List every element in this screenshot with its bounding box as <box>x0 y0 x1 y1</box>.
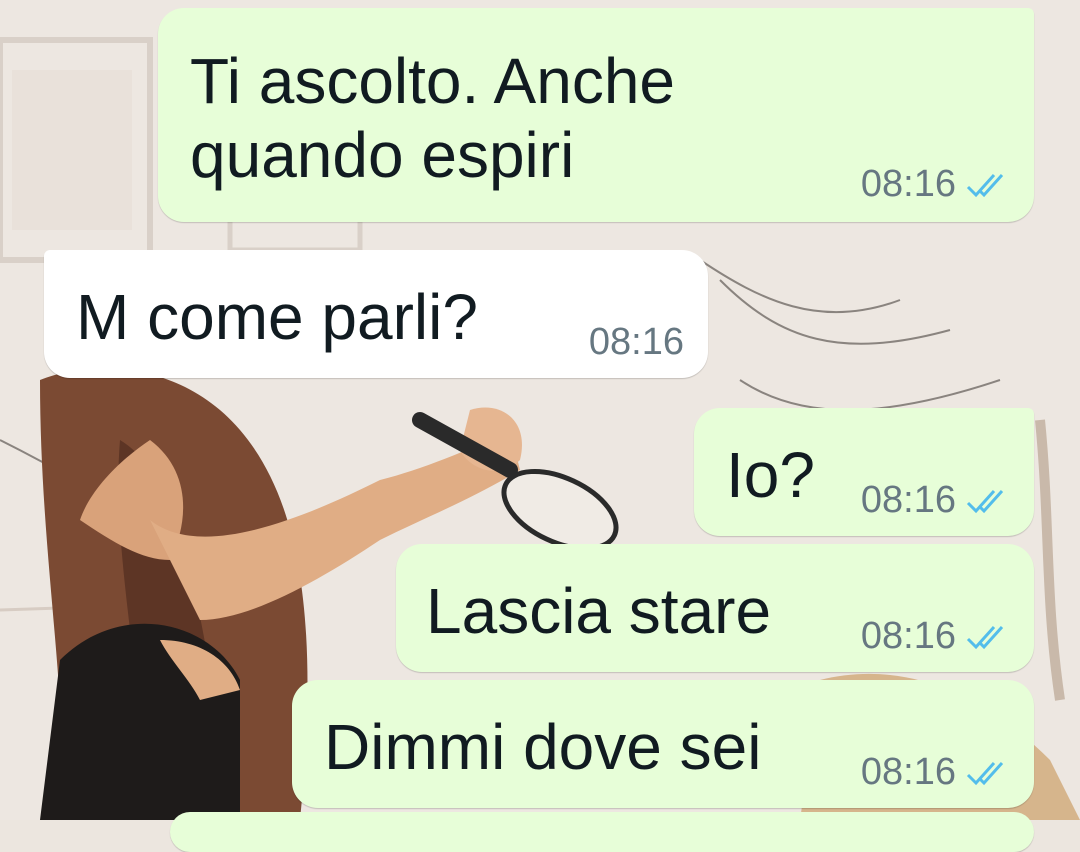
message-timestamp: 08:16 <box>588 321 684 363</box>
message-bubble-outgoing[interactable]: Dimmi dove sei 08:16 <box>292 680 1034 808</box>
message-meta: 08:16 <box>861 615 1008 658</box>
message-timestamp: 08:16 <box>860 751 956 793</box>
message-text: Io? <box>726 439 815 511</box>
message-text: Ti ascolto. Anche quando espiri <box>190 45 675 191</box>
message-meta: 08:16 <box>589 321 684 364</box>
message-bubble-incoming[interactable]: M come parli? 08:16 <box>44 250 708 378</box>
message-timestamp: 08:16 <box>860 479 956 521</box>
message-text: Lascia stare <box>426 575 772 647</box>
message-meta: 08:16 <box>861 163 1008 206</box>
message-timestamp: 08:16 <box>860 163 956 205</box>
message-timestamp: 08:16 <box>860 615 956 657</box>
double-check-read-icon <box>964 487 1008 515</box>
message-bubble-partial[interactable] <box>170 812 1034 852</box>
double-check-read-icon <box>964 759 1008 787</box>
double-check-read-icon <box>964 171 1008 199</box>
message-bubble-outgoing[interactable]: Lascia stare 08:16 <box>396 544 1034 672</box>
message-meta: 08:16 <box>861 751 1008 794</box>
message-text: M come parli? <box>76 281 478 353</box>
message-meta: 08:16 <box>861 479 1008 522</box>
double-check-read-icon <box>964 623 1008 651</box>
message-text: Dimmi dove sei <box>324 711 762 783</box>
message-bubble-outgoing[interactable]: Io? 08:16 <box>694 408 1034 536</box>
message-bubble-outgoing[interactable]: Ti ascolto. Anche quando espiri 08:16 <box>158 8 1034 222</box>
